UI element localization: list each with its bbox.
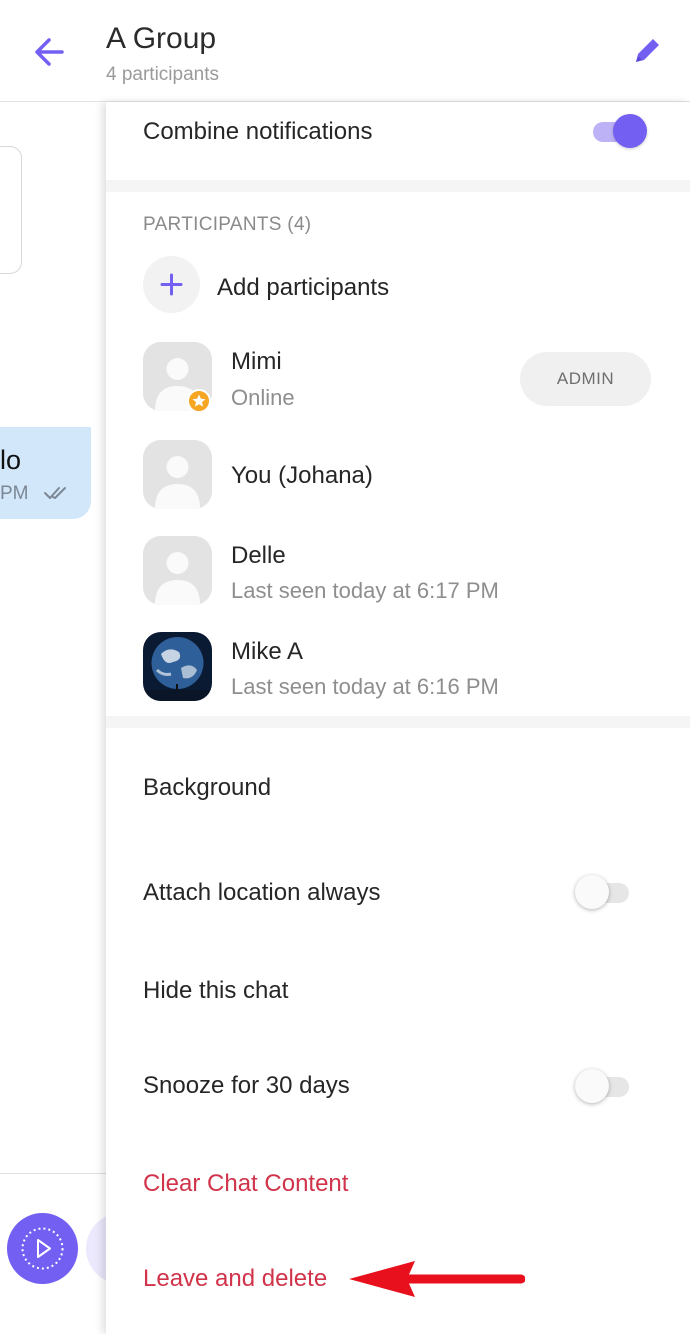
message-text: lo [0,445,22,475]
participant-name: Mimi [231,348,282,375]
section-separator [106,180,690,192]
earth-photo-icon [143,632,212,701]
annotation-arrow-icon [349,1261,525,1297]
chat-background: lo PM [0,102,106,1334]
background-option[interactable]: Background [143,774,271,802]
composer-divider [0,1173,106,1174]
sticker-button[interactable] [86,1213,106,1284]
avatar [143,536,212,605]
attach-location-label: Attach location always [143,879,381,906]
chat-title[interactable]: A Group [106,22,216,56]
person-icon [143,440,212,509]
add-participants-label: Add participants [217,274,390,301]
participant-name: Delle [231,542,286,569]
snooze-toggle[interactable] [575,1068,633,1104]
admin-star-badge [187,389,211,413]
participants-header: PARTICIPANTS (4) [143,214,312,235]
toggle-knob [575,875,609,909]
combine-notifications-label: Combine notifications [143,118,373,145]
clear-chat-content-option[interactable]: Clear Chat Content [143,1170,348,1198]
arrow-left-icon [35,38,64,66]
edit-button[interactable] [630,34,664,68]
attach-location-toggle[interactable] [575,874,633,910]
hide-chat-option[interactable]: Hide this chat [143,977,288,1005]
pencil-icon [636,39,659,62]
message-time: PM [0,483,29,504]
add-participant-button[interactable] [143,256,200,313]
media-button[interactable] [7,1213,78,1284]
combine-notifications-toggle[interactable] [589,113,647,149]
admin-badge: ADMIN [520,352,651,406]
toggle-knob [575,1069,609,1103]
section-separator [106,716,690,728]
toggle-knob [613,114,647,148]
participants-count: 4 participants [106,64,220,85]
star-icon [192,394,206,407]
back-button[interactable] [28,30,72,74]
snooze-label: Snooze for 30 days [143,1072,350,1099]
message-card [0,146,22,274]
leave-and-delete-option[interactable]: Leave and delete [143,1265,327,1293]
play-circle-icon [21,1227,64,1270]
chat-info-panel: Combine notifications PARTICIPANTS (4) A… [106,102,690,1334]
read-ticks-icon [44,487,66,499]
participant-name: Mike A [231,638,304,665]
participant-status: Last seen today at 6:17 PM [231,578,499,603]
participant-status: Online [231,385,295,410]
avatar [143,632,212,701]
person-icon [143,536,212,605]
top-bar: A Group 4 participants [0,0,690,102]
participant-name: You (Johana) [231,462,373,489]
avatar [143,440,212,509]
message-bubble[interactable]: lo PM [0,427,91,519]
plus-icon [160,273,183,296]
participant-status: Last seen today at 6:16 PM [231,674,499,699]
